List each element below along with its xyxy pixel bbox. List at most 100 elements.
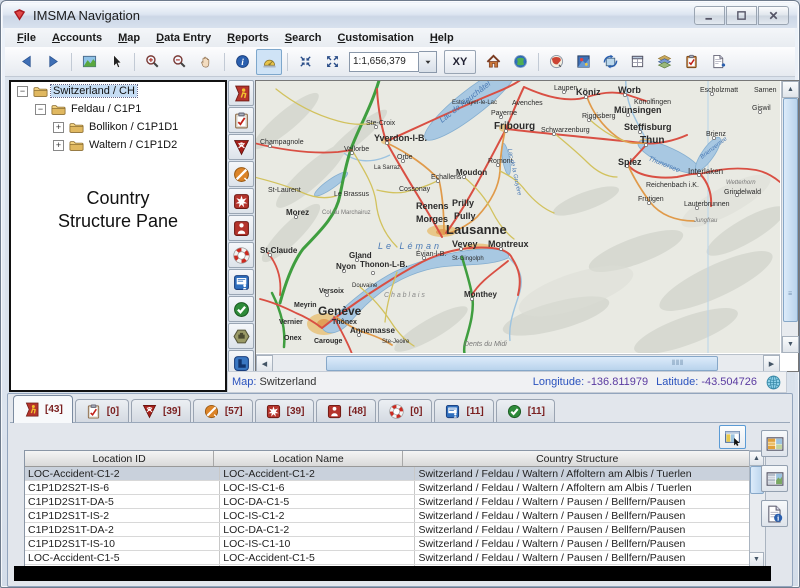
tab-count: [11] [528, 406, 545, 417]
zoom-out-button[interactable] [166, 49, 192, 75]
tree-item-feldau-c1p1[interactable]: − Feldau / C1P1 [11, 100, 225, 118]
menu-map[interactable]: Map [110, 30, 148, 46]
globe-button[interactable] [507, 49, 533, 75]
checklist-button[interactable] [678, 49, 704, 75]
map-points-icon [576, 54, 591, 69]
tab-qa[interactable]: [11] [496, 399, 555, 422]
collapse-icon[interactable]: − [17, 86, 28, 97]
overview-map-button[interactable] [76, 49, 102, 75]
qa-map-toggle-button[interactable] [228, 296, 254, 322]
column-header-country-structure[interactable]: Country Structure [403, 451, 750, 466]
map-horizontal-scrollbar[interactable]: ◀ ⦀⦀⦀ ▶ [256, 354, 780, 371]
menu-search[interactable]: Search [277, 30, 330, 46]
tab-victim-assistance[interactable]: [0] [378, 399, 432, 422]
map-vscroll-thumb[interactable]: ≡ [783, 98, 798, 322]
table-row[interactable]: C1P1D2S1T-IS-10LOC-IS-C1-10Switzerland /… [25, 537, 749, 551]
zoom-previous-button[interactable] [292, 49, 318, 75]
close-button[interactable] [758, 6, 789, 25]
hazard-reduction-map-toggle-button[interactable] [228, 161, 254, 187]
table-cell: LOC-IS-C1-10 [220, 537, 415, 550]
map-points-button[interactable] [570, 49, 596, 75]
maximize-button[interactable] [726, 6, 757, 25]
map-vertical-scrollbar[interactable]: ▲ ≡ ▼ [781, 81, 798, 353]
tree-item-label[interactable]: Waltern / C1P1D2 [87, 139, 179, 151]
map-label: Morez [286, 208, 309, 217]
collapse-icon[interactable]: − [35, 104, 46, 115]
assessment-map-toggle-button[interactable] [228, 107, 254, 133]
table-row[interactable]: LOC-Accident-C1-2LOC-Accident-C1-2Switze… [25, 467, 749, 481]
tree-item-switzerland-ch[interactable]: − Switzerland / CH [11, 82, 225, 100]
menu-accounts[interactable]: Accounts [44, 30, 110, 46]
locations-table[interactable]: Location IDLocation NameCountry Structur… [24, 450, 750, 568]
victim-map-toggle-button[interactable] [228, 215, 254, 241]
menu-file[interactable]: File [9, 30, 44, 46]
map-scale-combo[interactable]: 1:1,656,379 [349, 51, 437, 73]
home-button[interactable] [480, 49, 506, 75]
back-button[interactable] [13, 49, 39, 75]
map-hscroll-thumb[interactable]: ⦀⦀⦀ [326, 356, 718, 371]
full-extent-button[interactable] [319, 49, 345, 75]
map-pane-button[interactable] [761, 465, 788, 492]
table-row[interactable]: LOC-Accident-C1-5LOC-Accident-C1-5Switze… [25, 551, 749, 565]
tree-item-bollikon-c1p1d1[interactable]: + Bollikon / C1P1D1 [11, 118, 225, 136]
tree-item-label[interactable]: Switzerland / CH [51, 85, 137, 97]
scale-dropdown-button[interactable] [419, 51, 437, 73]
menu-data-entry[interactable]: Data Entry [148, 30, 219, 46]
hazard-map-toggle-button[interactable] [228, 134, 254, 160]
tree-item-label[interactable]: Bollikon / C1P1D1 [87, 121, 180, 133]
map-view[interactable]: LausanneGenèveYverdon-l-B.FribourgThunSt… [255, 80, 799, 372]
refresh-map-button[interactable] [597, 49, 623, 75]
tab-hazard-reduction[interactable]: [57] [193, 399, 253, 422]
map-scale-input[interactable]: 1:1,656,379 [349, 52, 419, 72]
tab-accident[interactable]: [43] [13, 395, 73, 423]
scroll-down-icon[interactable]: ▼ [782, 336, 799, 353]
scroll-right-icon[interactable]: ▶ [763, 355, 780, 372]
tab-victim[interactable]: [48] [316, 399, 376, 422]
globe-icon [513, 54, 528, 69]
title-bar[interactable]: IMSMA Navigation [3, 3, 797, 28]
hexagon-badge-map-toggle-button[interactable] [228, 323, 254, 349]
pan-button[interactable] [193, 49, 219, 75]
pointer-button[interactable] [103, 49, 129, 75]
globe-icon[interactable] [765, 374, 782, 391]
mre-map-toggle-button[interactable] [228, 269, 254, 295]
victim-assistance-map-toggle-button[interactable] [228, 242, 254, 268]
table-row[interactable]: C1P1D2S2T-IS-6LOC-IS-C1-6Switzerland / F… [25, 481, 749, 495]
add-report-button[interactable] [705, 49, 731, 75]
column-header-location-name[interactable]: Location Name [214, 451, 403, 466]
menu-customisation[interactable]: Customisation [329, 30, 421, 46]
layers-button[interactable] [651, 49, 677, 75]
measure-button[interactable] [256, 49, 282, 75]
scroll-up-icon[interactable]: ▲ [782, 81, 799, 98]
table-pane-button[interactable] [761, 430, 788, 457]
column-chooser-button[interactable] [719, 425, 746, 449]
expand-icon[interactable]: + [53, 122, 64, 133]
report-info-button[interactable]: i [761, 500, 788, 527]
world-map-button[interactable] [543, 49, 569, 75]
minimize-button[interactable] [694, 6, 725, 25]
table-row[interactable]: C1P1D2S1T-DA-5LOC-DA-C1-5Switzerland / F… [25, 495, 749, 509]
forward-button[interactable] [40, 49, 66, 75]
tree-item-waltern-c1p1d2[interactable]: + Waltern / C1P1D2 [11, 136, 225, 154]
map-label: Grindelwald [724, 189, 761, 196]
column-header-location-id[interactable]: Location ID [25, 451, 214, 466]
menu-help[interactable]: Help [422, 30, 462, 46]
accident-map-toggle-button[interactable] [228, 80, 254, 106]
tab-mre[interactable]: [11] [434, 399, 493, 422]
identify-button[interactable]: i [229, 49, 255, 75]
expand-icon[interactable]: + [53, 140, 64, 151]
table-row[interactable]: C1P1D2S1T-IS-2LOC-IS-C1-2Switzerland / F… [25, 509, 749, 523]
scroll-down-icon[interactable]: ▼ [749, 552, 764, 567]
window-button[interactable] [624, 49, 650, 75]
tab-assessment[interactable]: [0] [75, 399, 129, 422]
explosive-ordnance-map-toggle-button[interactable] [228, 188, 254, 214]
scroll-left-icon[interactable]: ◀ [256, 355, 273, 372]
zoom-in-button[interactable] [139, 49, 165, 75]
map-canvas[interactable]: LausanneGenèveYverdon-l-B.FribourgThunSt… [256, 81, 780, 353]
table-row[interactable]: C1P1D2S1T-DA-2LOC-DA-C1-2Switzerland / F… [25, 523, 749, 537]
menu-reports[interactable]: Reports [219, 30, 277, 46]
tree-item-label[interactable]: Feldau / C1P1 [69, 103, 143, 115]
tab-hazard[interactable]: [39] [131, 399, 191, 422]
tab-explosive-ordnance[interactable]: [39] [255, 399, 315, 422]
xy-coordinates-button[interactable]: XY [444, 50, 476, 74]
